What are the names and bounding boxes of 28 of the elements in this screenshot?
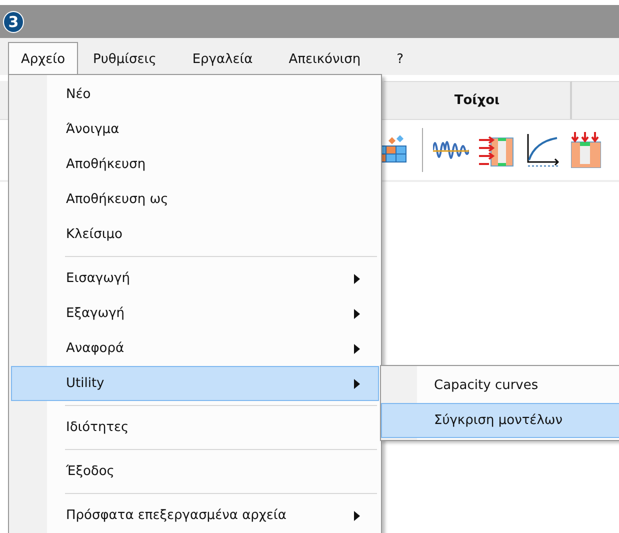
menu-bar-item[interactable]: ? — [384, 42, 417, 75]
menu-item[interactable]: Utility — [11, 366, 379, 401]
submenu-arrow-icon — [354, 274, 360, 284]
menu-item[interactable]: Άνοιγμα — [11, 112, 379, 147]
submenu-arrow-icon — [354, 344, 360, 354]
menu-bar-item[interactable]: Ρυθμίσεις — [80, 42, 170, 75]
menu-item[interactable]: Αναφορά — [11, 331, 379, 366]
menu-bar-item[interactable]: Εργαλεία — [179, 42, 266, 75]
menu-item[interactable]: Έξοδος — [11, 454, 379, 489]
menu-bar-item[interactable]: Αρχείο — [8, 42, 78, 75]
menu-item[interactable]: Ιδιότητες — [11, 410, 379, 445]
curve-chart-icon[interactable] — [525, 132, 561, 168]
menu-item[interactable]: Κλείσιμο — [11, 217, 379, 252]
submenu-item[interactable]: Σύγκριση μοντέλων — [381, 403, 619, 438]
submenu-arrow-icon — [354, 378, 360, 388]
column-load-icon[interactable] — [571, 132, 601, 168]
app-icon: 3 — [3, 10, 24, 32]
tab[interactable]: Τοίχοι — [384, 81, 572, 119]
submenu-arrow-icon — [354, 510, 360, 520]
menu-item[interactable]: Νέο — [11, 77, 379, 112]
menu-item[interactable]: Εισαγωγή — [11, 261, 379, 296]
menu-item[interactable]: Εξαγωγή — [11, 296, 379, 331]
submenu-arrow-icon — [354, 308, 360, 318]
menu-bar-item[interactable]: Απεικόνιση — [276, 42, 374, 75]
submenu-item[interactable]: Capacity curves — [381, 368, 619, 403]
menu-item[interactable]: Πρόσφατα επεξεργασμένα αρχεία — [11, 498, 379, 533]
menu-item[interactable]: Αποθήκευση ως — [11, 182, 379, 217]
menu-item[interactable]: Αποθήκευση — [11, 147, 379, 182]
